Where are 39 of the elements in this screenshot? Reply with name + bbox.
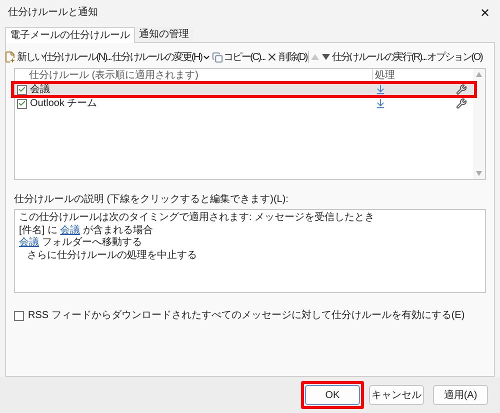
change-rule-menu[interactable]: 仕分けルールの変更(H) — [112, 50, 211, 64]
description-text: [件名] に — [19, 224, 58, 236]
description-label: 仕分けルールの説明 (下線をクリックすると編集できます)(L): — [14, 192, 290, 207]
window-title: 仕分けルールと通知 — [8, 6, 98, 20]
wrench-icon — [456, 98, 467, 109]
toolbar-button[interactable]: オプション(O) — [427, 50, 482, 64]
down-triangle-icon — [322, 54, 330, 60]
description-text: が含まれる場合 — [82, 224, 153, 237]
column-header: 仕分けルール (表示順に適用されます) — [27, 69, 373, 82]
move-to-folder-icon — [375, 84, 386, 95]
move-down-button[interactable] — [321, 54, 332, 60]
condition-link[interactable]: 会議 — [60, 224, 80, 237]
rule-name: Outlook チーム — [29, 97, 98, 111]
condition-link[interactable]: 会議 — [19, 237, 39, 250]
move-to-folder-icon — [375, 98, 386, 109]
dialog-button[interactable]: OK — [305, 385, 360, 405]
up-triangle-icon — [311, 54, 320, 60]
column-header: 処理 — [374, 69, 396, 82]
checkbox[interactable] — [14, 310, 24, 320]
description-text: フォルダーへ移動する — [40, 237, 142, 250]
close-button[interactable]: ✕ — [470, 0, 500, 25]
checkbox[interactable] — [17, 98, 27, 108]
delete-icon — [266, 51, 278, 63]
dialog-button[interactable]: キャンセル — [369, 385, 424, 405]
dialog-button[interactable]: 適用(A) — [433, 385, 488, 405]
description-text: さらに仕分けルールの処理を中止する — [27, 250, 197, 262]
toolbar-button[interactable]: 仕分けルールの実行(R)... — [332, 50, 426, 64]
wrench-icon — [456, 84, 467, 95]
copy-icon — [212, 52, 223, 62]
rule-row[interactable]: Outlook チーム — [15, 97, 473, 110]
toolbar-button[interactable]: コピー(C)... — [212, 50, 266, 64]
rule-name: 会議 — [29, 83, 51, 97]
checkbox[interactable] — [17, 84, 27, 94]
toolbar-button[interactable]: 削除(D) — [266, 50, 308, 64]
new-rule-icon — [4, 51, 16, 63]
tab[interactable]: 電子メールの仕分けルール — [5, 27, 135, 43]
description-text: この仕分けルールは次のタイミングで適用されます: メッセージを受信したとき — [19, 212, 375, 224]
toolbar-button[interactable]: 新しい仕分けルール(N)... — [4, 50, 112, 64]
rss-option-label: RSS フィードからダウンロードされたすべてのメッセージに対して仕分けルールを有効にする(E) — [28, 308, 465, 323]
